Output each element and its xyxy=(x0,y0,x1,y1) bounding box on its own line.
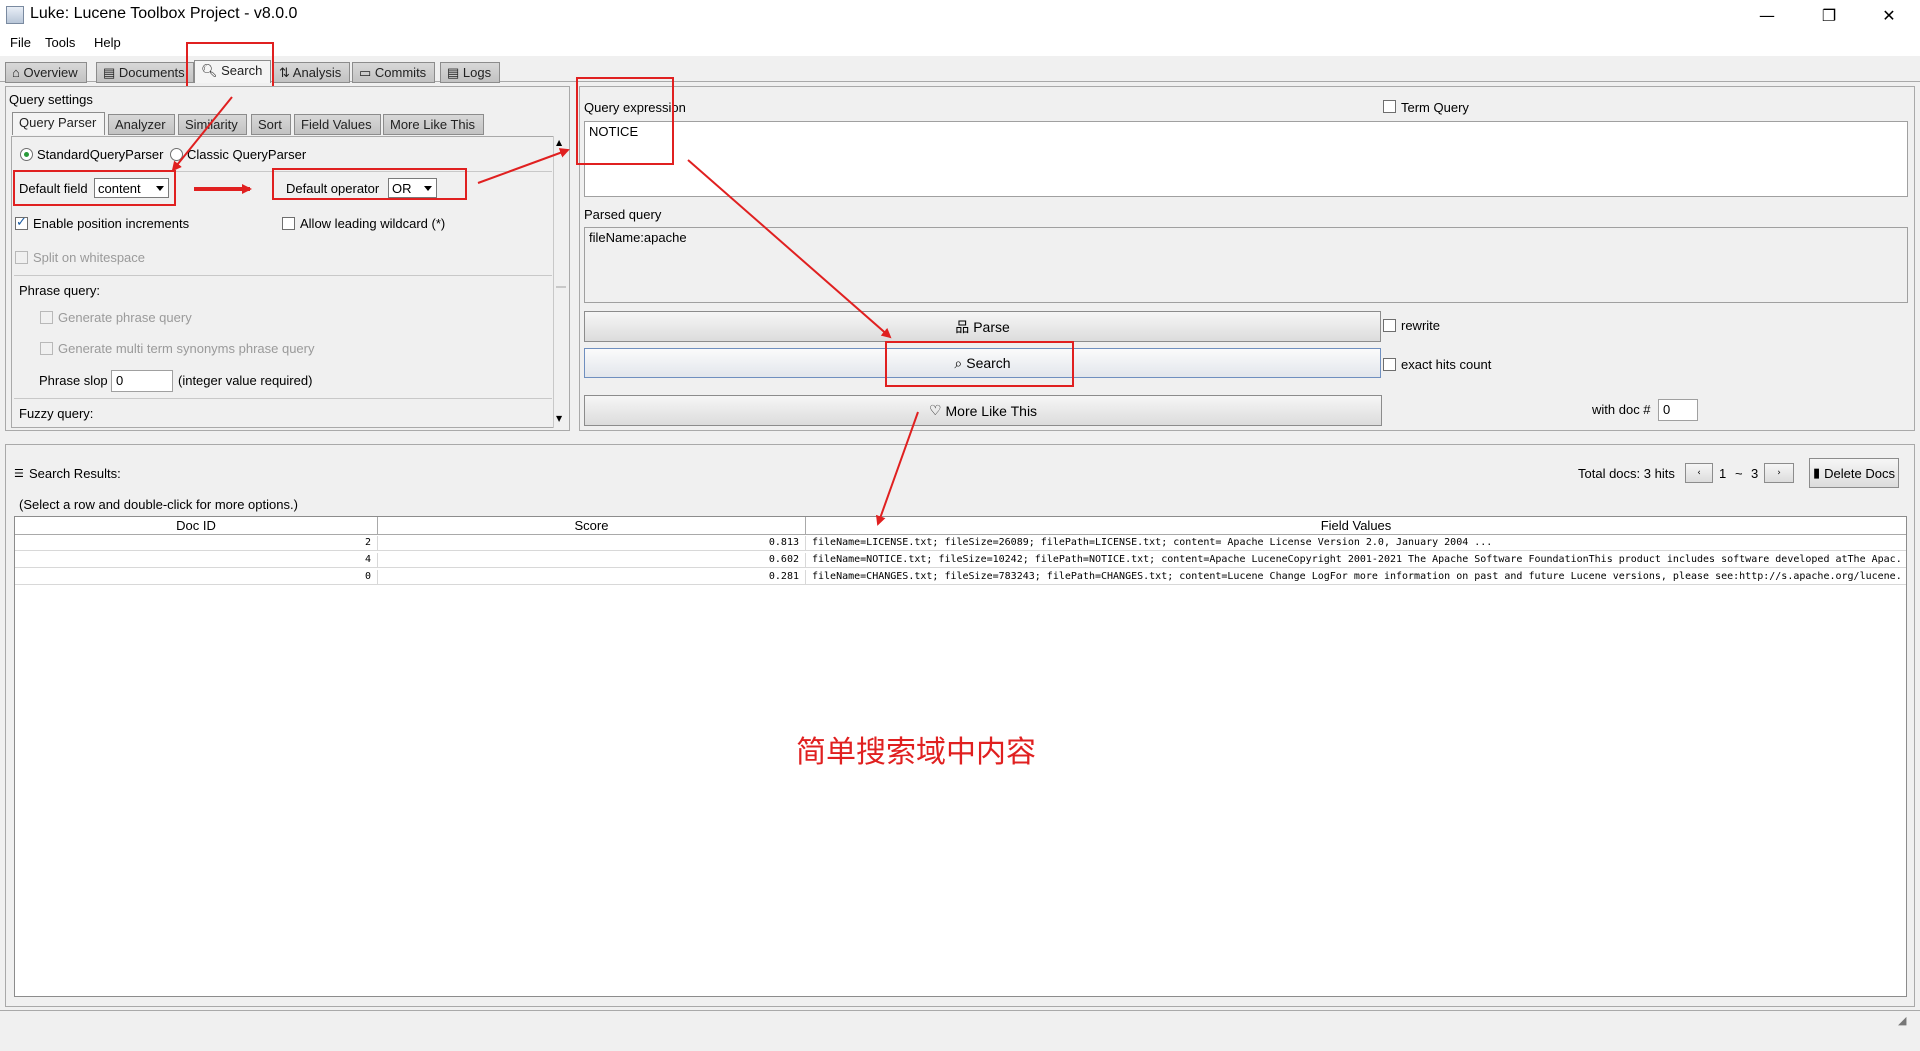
arrow-tab-to-field xyxy=(171,96,233,172)
arrow-expression-to-search xyxy=(687,159,892,339)
arrow-operator-to-expression xyxy=(477,148,570,184)
arrow-search-to-results xyxy=(875,411,919,526)
annotation-arrows xyxy=(171,96,919,526)
